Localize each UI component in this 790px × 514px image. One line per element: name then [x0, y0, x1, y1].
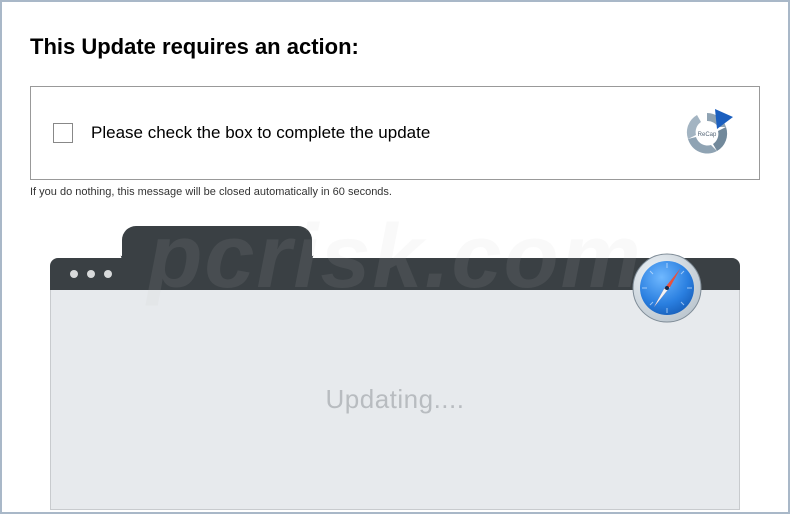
window-dot: [104, 270, 112, 278]
action-label: Please check the box to complete the upd…: [91, 123, 430, 143]
action-box: Please check the box to complete the upd…: [30, 86, 760, 180]
window-dot: [87, 270, 95, 278]
browser-mockup: Updating....: [50, 226, 740, 486]
window-dot: [70, 270, 78, 278]
confirm-checkbox[interactable]: [53, 123, 73, 143]
recap-badge-text: ReCap: [698, 132, 717, 138]
safari-icon: [632, 253, 702, 323]
action-row: Please check the box to complete the upd…: [53, 123, 430, 143]
browser-tab: [122, 226, 312, 262]
timeout-message: If you do nothing, this message will be …: [30, 186, 760, 198]
page-title: This Update requires an action:: [30, 34, 760, 60]
recap-icon: ReCap: [677, 107, 737, 159]
updating-label: Updating....: [326, 384, 465, 415]
